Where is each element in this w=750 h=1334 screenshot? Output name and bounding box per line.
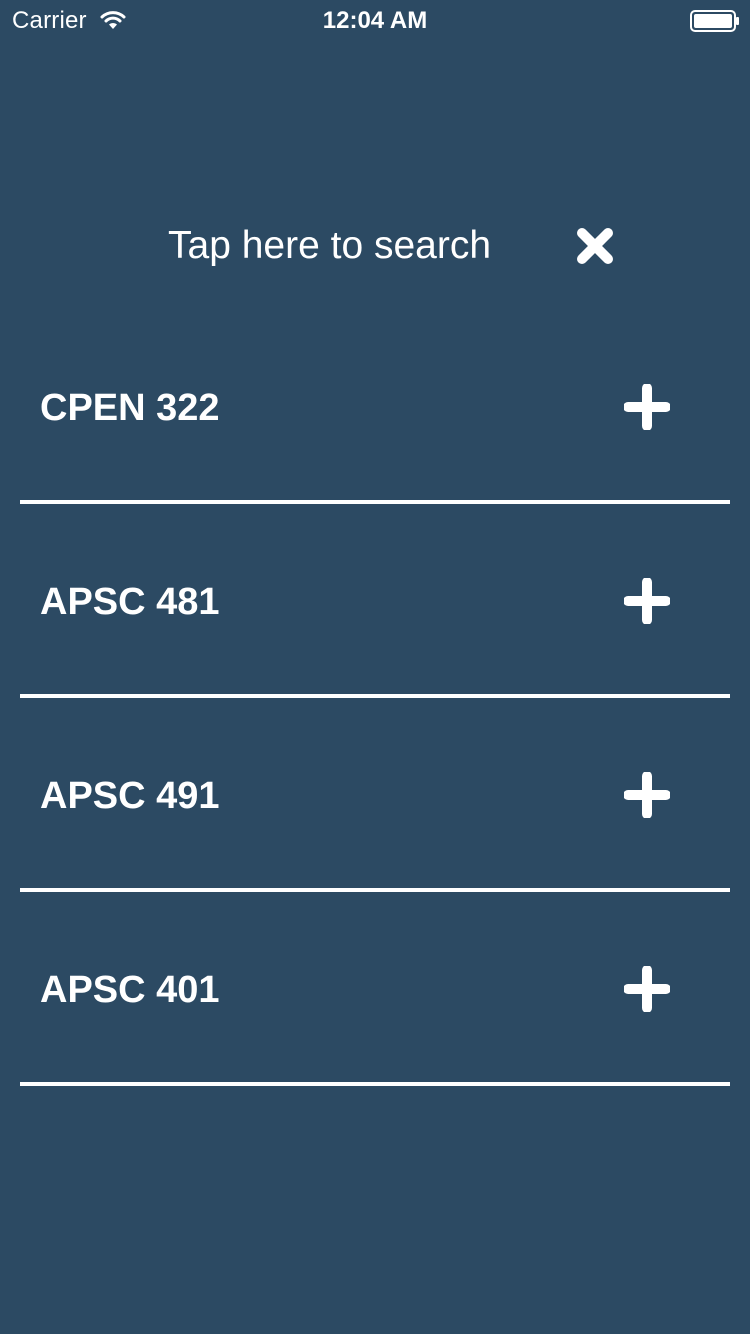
plus-icon[interactable] xyxy=(624,966,670,1012)
plus-icon[interactable] xyxy=(624,384,670,430)
course-label: APSC 401 xyxy=(40,969,220,1011)
clock: 12:04 AM xyxy=(322,7,428,34)
course-label: CPEN 322 xyxy=(40,387,220,429)
plus-icon[interactable] xyxy=(624,772,670,818)
close-icon[interactable] xyxy=(572,223,618,269)
course-label: APSC 491 xyxy=(40,775,220,817)
course-row[interactable]: APSC 481 xyxy=(20,504,730,698)
course-list: CPEN 322 APSC 481 APSC 491 APSC 401 xyxy=(20,310,730,1086)
search-input[interactable]: Tap here to search xyxy=(168,221,491,271)
battery-icon xyxy=(690,10,740,32)
status-bar: Carrier 12:04 AM xyxy=(0,0,750,40)
course-row[interactable]: CPEN 322 xyxy=(20,310,730,504)
course-row[interactable]: APSC 401 xyxy=(20,892,730,1086)
course-row[interactable]: APSC 491 xyxy=(20,698,730,892)
search-bar: Tap here to search xyxy=(0,212,750,282)
plus-icon[interactable] xyxy=(624,578,670,624)
course-label: APSC 481 xyxy=(40,581,220,623)
